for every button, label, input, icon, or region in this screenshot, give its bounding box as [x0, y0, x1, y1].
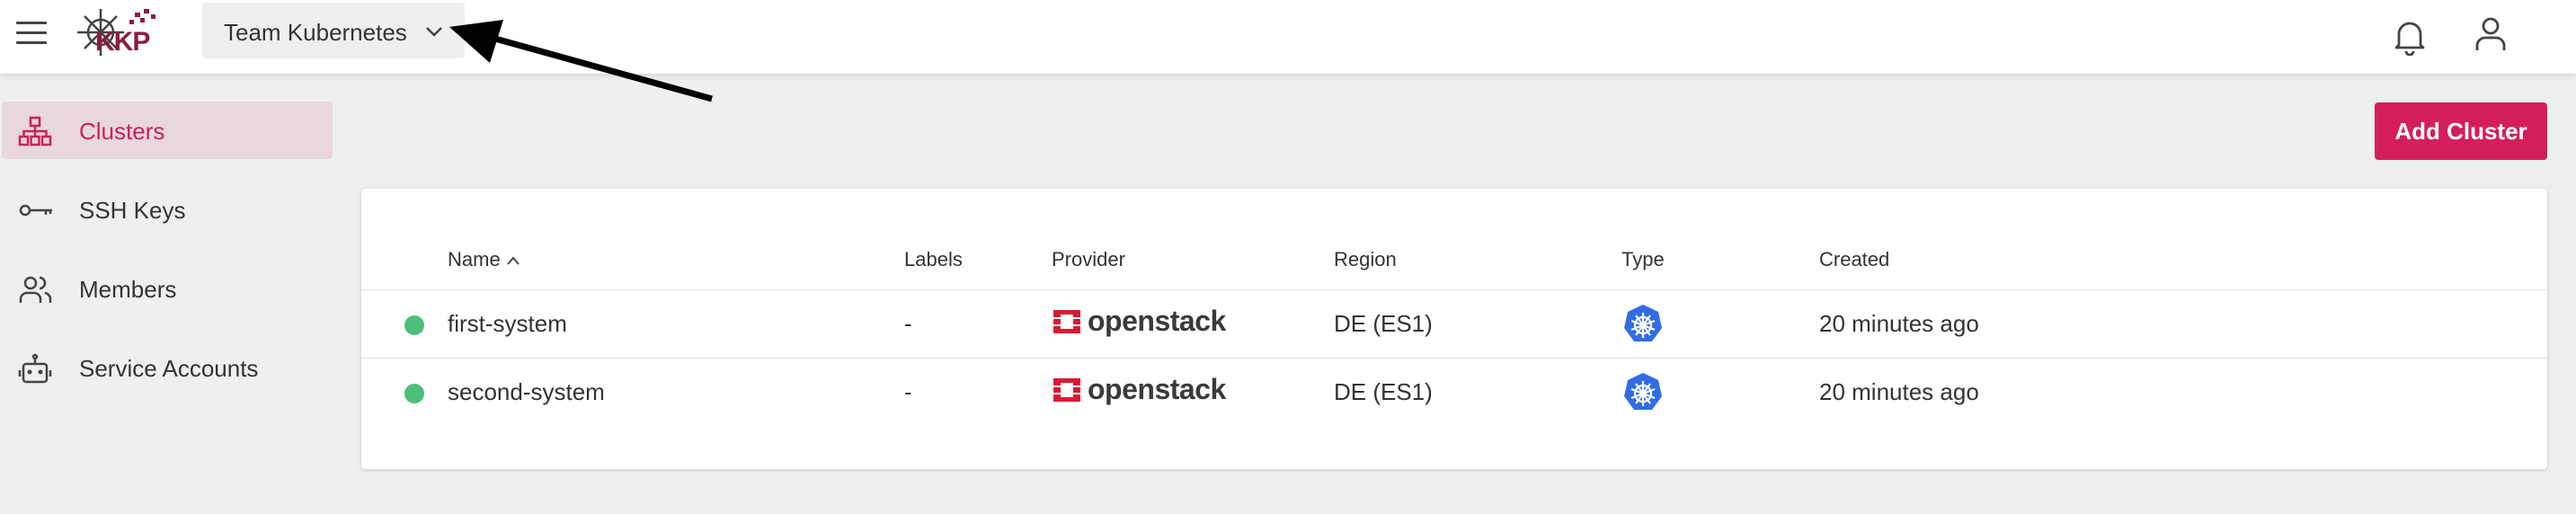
provider-name: openstack	[1088, 373, 1226, 405]
menu-icon[interactable]	[16, 22, 47, 47]
column-header-type: Type	[1621, 248, 1665, 270]
kubernetes-icon	[1624, 373, 1662, 410]
user-account-icon[interactable]	[2473, 14, 2509, 58]
cluster-region: DE (ES1)	[1334, 378, 1433, 405]
column-header-region: Region	[1334, 248, 1397, 270]
sidebar-item-members[interactable]: Members	[2, 260, 333, 317]
cluster-name: second-system	[448, 378, 605, 405]
openstack-icon	[1053, 310, 1080, 333]
sidebar-item-label: Service Accounts	[79, 355, 259, 382]
cluster-region: DE (ES1)	[1334, 310, 1433, 337]
users-icon	[19, 276, 52, 303]
key-icon	[19, 204, 52, 217]
app-logo[interactable]: KKP	[72, 5, 165, 63]
column-header-created: Created	[1819, 248, 1890, 270]
logo-text: KKP	[95, 27, 150, 57]
sidebar-item-service-accounts[interactable]: Service Accounts	[2, 339, 333, 396]
sidebar-item-label: Clusters	[79, 118, 165, 145]
column-header-labels: Labels	[904, 248, 963, 270]
sitemap-icon	[18, 116, 52, 146]
project-selector[interactable]: Team Kubernetes	[202, 3, 465, 58]
sidebar-item-clusters[interactable]: Clusters	[2, 102, 333, 159]
table-row[interactable]: second-system - openstack DE (ES1) 20 mi…	[361, 358, 2547, 426]
column-header-name[interactable]: Name	[448, 248, 520, 271]
cluster-created: 20 minutes ago	[1819, 378, 1979, 405]
robot-icon	[18, 353, 52, 384]
sort-ascending-icon	[506, 256, 520, 265]
openstack-logo: openstack	[1052, 305, 1226, 342]
status-healthy-icon	[404, 384, 424, 403]
cluster-created: 20 minutes ago	[1819, 310, 1979, 337]
top-app-bar: KKP Team Kubernetes	[0, 0, 2576, 74]
chevron-down-icon	[426, 27, 442, 37]
cluster-labels: -	[904, 378, 912, 405]
status-healthy-icon	[404, 315, 424, 335]
table-row[interactable]: first-system - openstack DE (ES1) 20 min…	[361, 289, 2547, 358]
cluster-name: first-system	[448, 310, 567, 337]
openstack-logo: openstack	[1052, 373, 1226, 411]
sidebar-item-ssh-keys[interactable]: SSH Keys	[2, 181, 333, 238]
cluster-labels: -	[904, 310, 912, 337]
provider-name: openstack	[1088, 305, 1226, 337]
add-cluster-button[interactable]: Add Cluster	[2375, 102, 2547, 160]
notifications-bell-icon[interactable]	[2392, 16, 2428, 60]
openstack-icon	[1053, 378, 1080, 402]
kubernetes-icon	[1624, 305, 1662, 341]
column-header-provider: Provider	[1052, 248, 1125, 270]
sidebar-item-label: SSH Keys	[79, 197, 186, 224]
clusters-table: Name Labels Provider Region Type Created…	[361, 189, 2547, 469]
project-selector-value: Team Kubernetes	[224, 19, 407, 46]
sidebar-item-label: Members	[79, 276, 177, 303]
